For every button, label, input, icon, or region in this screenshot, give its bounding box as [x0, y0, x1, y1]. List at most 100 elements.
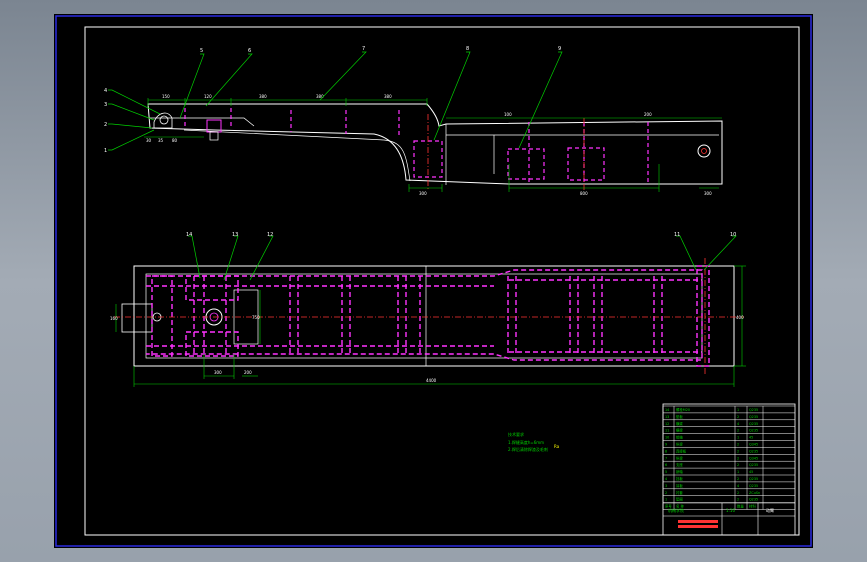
balloon-13: 13 [232, 232, 238, 238]
bom-cell: Q235 [749, 477, 758, 481]
bom-cell: 支座 [676, 462, 683, 467]
notes-roughness-tag: Ra [554, 444, 560, 449]
bom-cell: 4 [737, 484, 739, 488]
bom-cell: 耳板 [676, 483, 683, 488]
dim-side-left-1: 30 [146, 138, 152, 143]
dim-side-bottom-3: 300 [704, 191, 712, 196]
bom-cell: 2 [737, 491, 739, 495]
bom-cell: 2 [665, 491, 667, 495]
dim-plan-bottom-b: 200 [244, 370, 252, 375]
bom-cell: 45 [749, 436, 753, 440]
title-scale: 1:10 [726, 508, 735, 513]
dim-side-left-2: 35 [158, 138, 164, 143]
bom-cell: 销轴 [676, 469, 683, 474]
dim-side-top-5: 380 [384, 94, 392, 99]
bom-cell: 2 [737, 443, 739, 447]
dim-side-top-3: 380 [259, 94, 267, 99]
dim-side-bottom-1: 300 [419, 191, 427, 196]
title-drawing-name: 动臂 [766, 507, 774, 513]
bom-cell: 10 [665, 436, 669, 440]
bom-cell: 2 [737, 463, 739, 467]
notes-title: 技术要求 [508, 431, 524, 437]
balloon-labels: 1 2 3 4 5 6 7 8 9 10 11 12 13 14 [104, 46, 736, 238]
bom-cell: 挡板 [676, 476, 683, 481]
bom-cell: Q235 [749, 463, 758, 467]
bom-cell: 6 [665, 463, 667, 467]
notes-line-2: 2.焊后清除焊渣及毛刺 [508, 446, 548, 452]
bom-cell: 横梁 [676, 421, 683, 426]
balloon-1: 1 [104, 148, 107, 154]
balloon-7: 7 [362, 46, 365, 52]
balloon-2: 2 [104, 122, 107, 128]
bom-cell: Q235 [749, 429, 758, 433]
balloon-12: 12 [267, 232, 273, 238]
bom-cell: Q345 [749, 443, 758, 447]
notes-line-1: 1.焊缝高度h=6mm [508, 439, 544, 445]
bom-cell: Q235 [749, 408, 758, 412]
dim-plan-bottom-a: 300 [214, 370, 222, 375]
sheet-inner-frame [84, 26, 800, 536]
balloon-14: 14 [186, 232, 192, 238]
bom-cell: 11 [665, 429, 669, 433]
bom-cell: 连接板 [676, 448, 687, 453]
title-block: 14 螺栓M20 1 Q23513 垫板 2 Q23512 横梁 4 Q23511 横梁 2 Q2351… [662, 403, 796, 536]
bom-cell: 7 [665, 456, 667, 460]
bom-cell: 2 [737, 429, 739, 433]
dim-plan-left: 750 [252, 315, 260, 320]
balloon-4: 4 [104, 88, 107, 94]
bom-cell: 纵梁 [676, 455, 683, 460]
bom-cell: 垫板 [676, 414, 683, 419]
bom-cell: 垫圈 [676, 497, 683, 502]
balloon-10: 10 [730, 232, 736, 238]
balloon-9: 9 [558, 46, 561, 52]
balloon-6: 6 [248, 48, 251, 54]
dim-plan-right: 400 [736, 315, 744, 320]
bom-cell: 45 [749, 470, 753, 474]
title-company: 机械学院 [668, 507, 684, 513]
bom-cell: 横梁 [676, 428, 683, 433]
side-view: 150 120 380 380 380 30 35 80 100 200 300… [144, 94, 723, 196]
bom-cell: ZCuSn [749, 491, 760, 495]
bom-cell: 1 [737, 470, 739, 474]
cad-drawing-canvas: 150 120 380 380 380 30 35 80 100 200 300… [55, 15, 812, 547]
dim-side-mid-2: 200 [644, 112, 652, 117]
leader-lines [108, 51, 737, 281]
bom-cell: 1 [737, 408, 739, 412]
dim-side-left-3: 80 [172, 138, 178, 143]
bom-cell: 2 [737, 456, 739, 460]
bom-cell: 螺栓M20 [676, 407, 690, 412]
bom-cell: 纵梁 [676, 442, 683, 447]
bom-cell: 2 [737, 498, 739, 502]
bom-cell: Q345 [749, 456, 758, 460]
bom-cell: 数量 [737, 504, 744, 509]
bom-cell: 2 [737, 449, 739, 453]
bom-cell: 2 [737, 415, 739, 419]
dim-side-top-2: 120 [204, 94, 212, 99]
balloon-3: 3 [104, 102, 107, 108]
cad-drawing-viewport[interactable]: 150 120 380 380 380 30 35 80 100 200 300… [54, 14, 813, 548]
bom-cell: 2 [737, 477, 739, 481]
bom-cell: 3 [665, 484, 667, 488]
balloon-8: 8 [466, 46, 469, 52]
bom-cell: 4 [665, 477, 667, 481]
bom-cell: 14 [665, 408, 669, 412]
plan-view: 4400 300 200 160 750 400 [110, 258, 746, 387]
bom-cell: 销轴 [676, 435, 683, 440]
bom-cell: Q235 [749, 449, 758, 453]
bom-cell: Q235 [749, 422, 758, 426]
bom-cell: 13 [665, 415, 669, 419]
technical-notes: 技术要求 1.焊缝高度h=6mm 2.焊后清除焊渣及毛刺 Ra [508, 431, 560, 452]
bom-cell: 1 [737, 436, 739, 440]
bom-cell: 材料 [749, 504, 756, 509]
bom-cell: 8 [665, 449, 667, 453]
dim-plan-overall: 4400 [426, 378, 437, 383]
dim-plan-side: 160 [110, 316, 118, 321]
bom-cell: Q235 [749, 484, 758, 488]
dim-side-mid-1: 100 [504, 112, 512, 117]
dim-side-top-1: 150 [162, 94, 170, 99]
balloon-11: 11 [674, 232, 680, 238]
bom-cell: 5 [665, 470, 667, 474]
bom-cell: Q235 [749, 498, 758, 502]
bom-cell: 9 [665, 443, 667, 447]
dim-side-bottom-2: 800 [580, 191, 588, 196]
